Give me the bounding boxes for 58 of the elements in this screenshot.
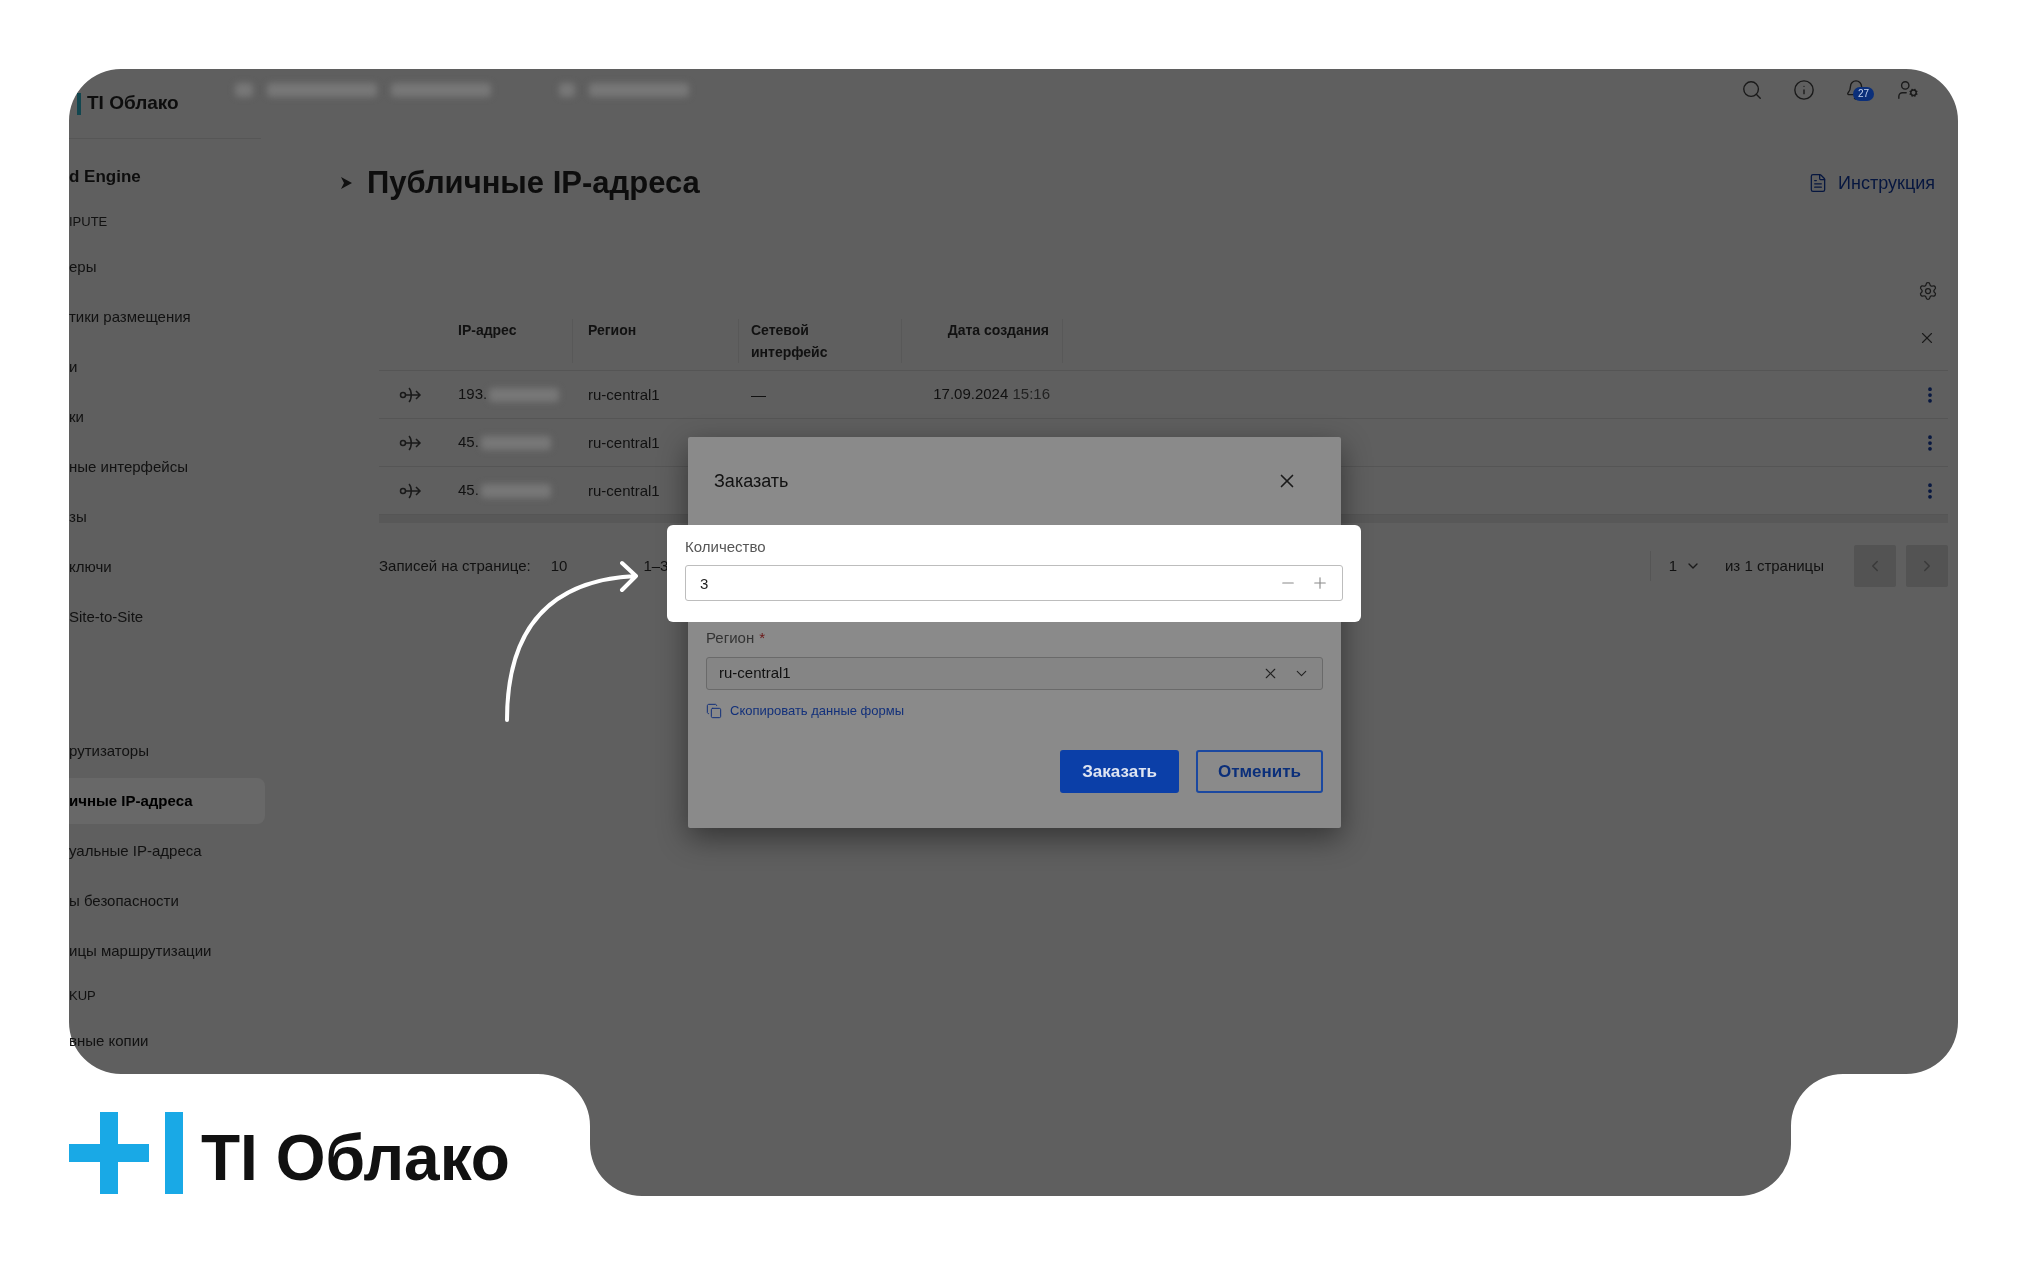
help-link[interactable]: Инструкция [1838,169,1935,197]
brand-logo-icon [69,1112,183,1194]
brand-name: TI Облако [201,1122,510,1194]
region-select[interactable]: ru-central1 [706,657,1323,690]
page-size-label: Записей на странице: [379,555,531,576]
dialog-title: Заказать [714,469,789,493]
sidebar-item[interactable]: еры [69,244,265,290]
page-size-select[interactable]: 10 [550,554,568,578]
sidebar-item[interactable]: рутизаторы [69,728,265,774]
network-node-icon [399,384,423,405]
column-header: Сетевой интерфейс [751,321,829,362]
required-mark: * [759,627,765,648]
copy-icon [706,703,722,719]
dialog-button[interactable]: Отменить [1195,750,1323,793]
increment-icon[interactable] [1311,574,1329,592]
settings-icon[interactable] [1918,281,1938,301]
quantity-field[interactable]: 3 [685,565,1343,601]
sidebar-heading: KUP [69,987,96,1006]
column-header: Дата создания [946,321,1049,340]
sidebar-item[interactable]: ицы маршрутизации [69,928,265,974]
field-label: Регион [706,627,755,648]
dialog-button[interactable]: Заказать [1060,750,1179,793]
table-cell: — [751,385,766,403]
network-node-icon [399,480,423,501]
sidebar-heading: IPUTE [69,213,108,232]
sidebar-item[interactable]: ичные IP-адреса [69,778,265,824]
user-icon[interactable] [1897,79,1919,101]
table-cell: ru-central1 [588,433,660,451]
sidebar-item[interactable]: уальные IP-адреса [69,828,265,874]
sidebar-item[interactable]: ные интерфейсы [69,444,265,490]
table-cell: ru-central1 [588,385,660,403]
logo-mark-icon [77,92,81,115]
sidebar-item[interactable]: ки [69,394,265,440]
arrow-icon [340,175,354,191]
sidebar-item[interactable]: ы безопасности [69,878,265,924]
page-title: Публичные IP-адреса [367,163,700,202]
sidebar-item[interactable]: зы [69,494,265,540]
page-count: из 1 страницы [1724,555,1824,576]
network-node-icon [399,432,423,453]
table-cell-text: 193. [458,384,488,405]
table-cell-text: 17.09.2024 15:16 [933,384,1050,405]
column-header: IP-адрес [458,321,518,340]
record-range: 1–3 [643,555,669,576]
table-cell-text: 45. [458,432,479,453]
sidebar-item[interactable]: тики размещения [69,294,265,340]
sidebar-item[interactable]: Site-to-Site [69,594,265,640]
copy-form-link[interactable]: Скопировать данные формы [730,701,905,721]
sidebar-section-title: d Engine [69,166,141,189]
column-header: Регион [588,321,638,340]
table-cell-text: 45. [458,480,479,501]
table-cell: ru-central1 [588,481,660,499]
field-label: Количество [685,537,767,557]
app-logo: TI Облако [87,91,179,116]
page-select[interactable]: 1 [1668,554,1701,578]
search-icon[interactable] [1741,79,1763,101]
info-icon[interactable] [1793,79,1815,101]
sidebar-item[interactable]: ключи [69,544,265,590]
sidebar-item[interactable]: и [69,344,265,390]
